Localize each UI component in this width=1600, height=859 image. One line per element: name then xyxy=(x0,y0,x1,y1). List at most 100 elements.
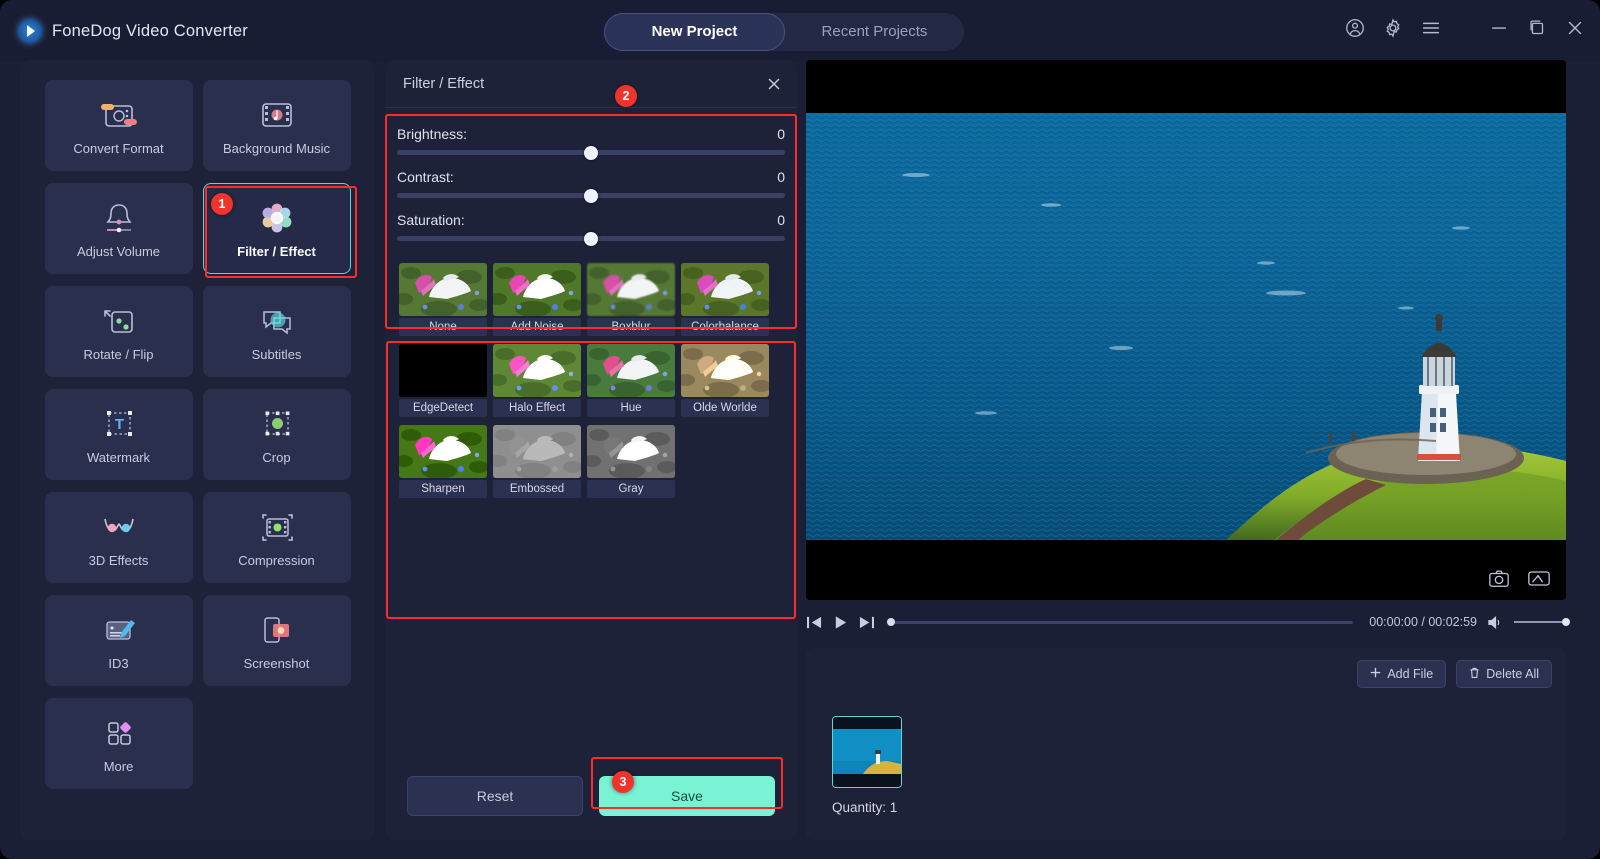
sidebar-item-label: Watermark xyxy=(87,450,150,465)
brightness-knob[interactable] xyxy=(584,146,598,160)
filter-preset-label: Boxblur xyxy=(587,318,675,336)
id3-icon xyxy=(98,610,140,650)
rotate-flip-icon xyxy=(98,301,140,341)
volume-handle[interactable] xyxy=(1562,618,1570,626)
sidebar-item-label: Subtitles xyxy=(252,347,302,362)
close-icon[interactable] xyxy=(765,75,783,93)
sidebar-item-id3[interactable]: ID3 xyxy=(45,595,193,686)
filter-thumbnail xyxy=(399,344,487,397)
tab-recent-projects[interactable]: Recent Projects xyxy=(785,13,964,51)
sidebar-item-more[interactable]: More xyxy=(45,698,193,789)
minimize-icon[interactable] xyxy=(1488,17,1510,39)
plus-icon xyxy=(1370,667,1381,681)
menu-icon[interactable] xyxy=(1420,17,1442,39)
filter-thumbnail xyxy=(493,344,581,397)
skip-previous-icon[interactable] xyxy=(806,615,823,630)
video-frame xyxy=(806,113,1566,540)
filter-preset-halo-effect[interactable]: Halo Effect xyxy=(493,344,581,417)
annotation-badge-2: 2 xyxy=(615,85,637,107)
sidebar-item-compression[interactable]: Compression xyxy=(203,492,351,583)
sidebar-item-3d-effects[interactable]: 3D Effects xyxy=(45,492,193,583)
seek-bar[interactable] xyxy=(891,621,1353,624)
delete-all-label: Delete All xyxy=(1486,667,1539,681)
brightness-track[interactable] xyxy=(397,150,785,155)
sidebar-item-label: More xyxy=(104,759,134,774)
maximize-icon[interactable] xyxy=(1526,17,1548,39)
filter-thumbnail xyxy=(399,263,487,316)
filter-preset-gray[interactable]: Gray xyxy=(587,425,675,498)
tab-new-project[interactable]: New Project xyxy=(604,13,785,51)
compression-icon xyxy=(256,507,298,547)
filter-preset-label: Add Noise xyxy=(493,318,581,336)
account-icon[interactable] xyxy=(1344,17,1366,39)
sidebar-item-convert-format[interactable]: Convert Format xyxy=(45,80,193,171)
sidebar-item-screenshot[interactable]: Screenshot xyxy=(203,595,351,686)
filter-preset-sharpen[interactable]: Sharpen xyxy=(399,425,487,498)
sidebar-item-subtitles[interactable]: Subtitles xyxy=(203,286,351,377)
sidebar-item-adjust-volume[interactable]: Adjust Volume xyxy=(45,183,193,274)
screen-icon[interactable] xyxy=(1524,566,1554,590)
filter-preset-colorbalance[interactable]: Colorbalance xyxy=(681,263,769,336)
filter-thumbnail xyxy=(681,344,769,397)
camera-icon[interactable] xyxy=(1484,566,1514,590)
project-tabs: New Project Recent Projects xyxy=(604,13,964,51)
file-list-actions: Add File Delete All xyxy=(1357,660,1552,688)
gear-icon[interactable] xyxy=(1382,17,1404,39)
player-controls: 00:00:00 / 00:02:59 xyxy=(806,604,1566,640)
seek-handle[interactable] xyxy=(887,618,895,626)
filter-preset-label: Sharpen xyxy=(399,480,487,498)
filter-preset-label: Embossed xyxy=(493,480,581,498)
add-file-button[interactable]: Add File xyxy=(1357,660,1446,688)
slider-saturation: Saturation: 0 xyxy=(385,198,797,241)
sidebar-item-label: Adjust Volume xyxy=(77,244,160,259)
sidebar-item-background-music[interactable]: Background Music xyxy=(203,80,351,171)
sidebar-item-crop[interactable]: Crop xyxy=(203,389,351,480)
filter-preset-add-noise[interactable]: Add Noise xyxy=(493,263,581,336)
contrast-track[interactable] xyxy=(397,193,785,198)
filter-preset-edgedetect[interactable]: EdgeDetect xyxy=(399,344,487,417)
panel-actions: Reset Save xyxy=(385,776,797,816)
volume-icon[interactable] xyxy=(1487,615,1504,630)
slider-label: Saturation: xyxy=(397,212,465,228)
saturation-knob[interactable] xyxy=(584,232,598,246)
filter-preset-none[interactable]: None xyxy=(399,263,487,336)
slider-contrast: Contrast: 0 xyxy=(385,155,797,198)
contrast-knob[interactable] xyxy=(584,189,598,203)
filter-preset-embossed[interactable]: Embossed xyxy=(493,425,581,498)
close-icon[interactable] xyxy=(1564,17,1586,39)
filter-preset-boxblur[interactable]: Boxblur xyxy=(587,263,675,336)
sidebar-item-label: Convert Format xyxy=(73,141,163,156)
filter-effect-panel: Filter / Effect Brightness: 0 Cont xyxy=(385,60,797,840)
play-circle-icon xyxy=(18,19,42,43)
slider-value: 0 xyxy=(777,169,785,185)
filter-preset-label: Halo Effect xyxy=(493,399,581,417)
sidebar-item-label: Rotate / Flip xyxy=(83,347,153,362)
background-music-icon xyxy=(256,95,298,135)
reset-button[interactable]: Reset xyxy=(407,776,583,816)
slider-label: Contrast: xyxy=(397,169,454,185)
filter-preset-hue[interactable]: Hue xyxy=(587,344,675,417)
filter-thumbnail xyxy=(587,344,675,397)
filter-preset-olde-worlde[interactable]: Olde Worlde xyxy=(681,344,769,417)
screenshot-icon xyxy=(256,610,298,650)
delete-all-button[interactable]: Delete All xyxy=(1456,660,1552,688)
sidebar-item-rotate-flip[interactable]: Rotate / Flip xyxy=(45,286,193,377)
sidebar-item-label: Screenshot xyxy=(244,656,310,671)
subtitles-icon xyxy=(256,301,298,341)
skip-next-icon[interactable] xyxy=(858,615,875,630)
app-brand: FoneDog Video Converter xyxy=(18,19,248,43)
saturation-track[interactable] xyxy=(397,236,785,241)
tool-tile-grid: Convert Format Background Mus xyxy=(30,80,365,789)
volume-slider[interactable] xyxy=(1514,621,1566,623)
filter-thumbnail xyxy=(587,263,675,316)
preview-icons xyxy=(1484,566,1554,590)
annotation-badge-1: 1 xyxy=(211,193,233,215)
filter-thumbnail xyxy=(399,425,487,478)
tools-sidebar: Convert Format Background Mus xyxy=(20,60,375,840)
panel-header: Filter / Effect xyxy=(385,60,797,108)
sidebar-item-watermark[interactable]: T Watermark xyxy=(45,389,193,480)
play-icon[interactable] xyxy=(833,615,848,630)
app-title: FoneDog Video Converter xyxy=(52,22,248,41)
watermark-icon: T xyxy=(99,404,139,444)
file-thumbnail-card[interactable] xyxy=(832,716,902,788)
